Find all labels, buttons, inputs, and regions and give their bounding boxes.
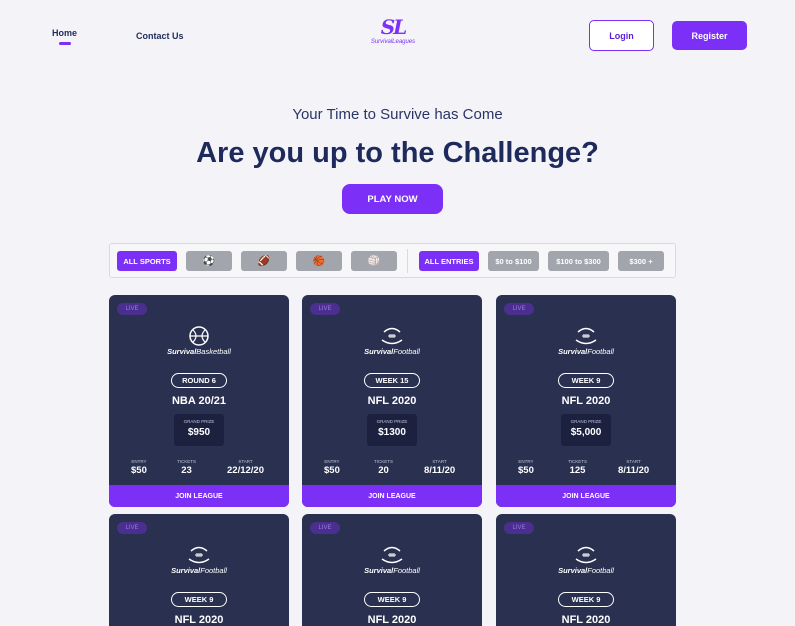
live-badge: LIVE — [504, 522, 534, 534]
league-name: NFL 2020 — [561, 614, 611, 626]
start-stat: START 8/11/20 — [618, 459, 650, 476]
league-card[interactable]: LIVE SurvivalFootball WEEK 15 NFL 2020 G… — [302, 295, 482, 507]
hero-title: Are you up to the Challenge? — [196, 137, 599, 169]
filter-soccer[interactable]: ⚽ — [186, 251, 232, 271]
league-card[interactable]: LIVE SurvivalFootball WEEK 9 NFL 2020 — [302, 514, 482, 626]
logo-mark: SL — [380, 15, 408, 39]
hero-subtitle: Your Time to Survive has Come — [292, 106, 503, 123]
nav-home-link[interactable]: Home — [52, 28, 77, 45]
filter-bar: ALL SPORTS ⚽ 🏈 🏀 🏐 ALL ENTRIES $0 to $10… — [109, 243, 676, 278]
basketball-icon: 🏀 — [312, 255, 326, 267]
grand-prize-value: $950 — [187, 427, 211, 438]
join-league-button[interactable]: JOIN LEAGUE — [109, 485, 289, 507]
league-name: NFL 2020 — [367, 395, 417, 407]
live-badge: LIVE — [310, 522, 340, 534]
filter-entry-0-100[interactable]: $0 to $100 — [488, 251, 539, 271]
login-button[interactable]: Login — [589, 20, 654, 51]
logo[interactable]: SL SurvivalLeagues — [363, 16, 423, 52]
nav-contact-link[interactable]: Contact Us — [136, 31, 184, 41]
card-brand: SurvivalFootball — [364, 566, 420, 575]
basketball-logo-icon — [189, 326, 209, 346]
round-badge: ROUND 6 — [171, 373, 227, 388]
tickets-stat: TICKETS 23 — [177, 459, 197, 476]
join-league-button[interactable]: JOIN LEAGUE — [496, 485, 676, 507]
live-badge: LIVE — [310, 303, 340, 315]
football-logo-icon — [381, 327, 403, 345]
league-name: NFL 2020 — [174, 614, 224, 626]
grand-prize-label: GRAND PRIZE — [183, 419, 215, 424]
live-badge: LIVE — [117, 303, 147, 315]
tickets-stat: TICKETS 125 — [568, 459, 588, 476]
football-logo-icon — [381, 546, 403, 564]
register-button[interactable]: Register — [672, 21, 747, 50]
american-football-icon: 🏈 — [257, 255, 271, 267]
league-name: NFL 2020 — [367, 614, 417, 626]
grand-prize-value: $5,000 — [570, 427, 602, 438]
league-card[interactable]: LIVE SurvivalBasketball ROUND 6 NBA 20/2… — [109, 295, 289, 507]
round-badge: WEEK 9 — [558, 373, 614, 388]
filter-entry-300-plus[interactable]: $300 + — [618, 251, 664, 271]
filter-all-entries[interactable]: ALL ENTRIES — [419, 251, 479, 271]
tickets-stat: TICKETS 20 — [374, 459, 394, 476]
filter-entry-100-300[interactable]: $100 to $300 — [548, 251, 609, 271]
grand-prize-box: GRAND PRIZE $1300 — [367, 414, 417, 446]
join-league-button[interactable]: JOIN LEAGUE — [302, 485, 482, 507]
start-stat: START 8/11/20 — [424, 459, 456, 476]
league-card[interactable]: LIVE SurvivalFootball WEEK 9 NFL 2020 — [496, 514, 676, 626]
filter-basketball[interactable]: 🏀 — [296, 251, 342, 271]
football-logo-icon — [188, 546, 210, 564]
league-card[interactable]: LIVE SurvivalFootball WEEK 9 NFL 2020 GR… — [496, 295, 676, 507]
filter-divider — [407, 249, 408, 273]
grand-prize-label: GRAND PRIZE — [376, 419, 408, 424]
logo-wordmark: SurvivalLeagues — [370, 39, 416, 45]
start-stat: START 22/12/20 — [227, 459, 264, 476]
football-logo-icon — [575, 546, 597, 564]
play-now-button[interactable]: PLAY NOW — [342, 184, 443, 214]
entry-stat: ENTRY $50 — [518, 459, 534, 476]
entry-stat: ENTRY $50 — [131, 459, 147, 476]
league-name: NFL 2020 — [561, 395, 611, 407]
card-brand: SurvivalFootball — [364, 347, 420, 356]
grand-prize-box: GRAND PRIZE $5,000 — [561, 414, 611, 446]
active-indicator — [58, 42, 71, 45]
grand-prize-value: $1300 — [378, 427, 406, 438]
filter-american-football[interactable]: 🏈 — [241, 251, 287, 271]
round-badge: WEEK 9 — [558, 592, 614, 607]
league-card[interactable]: LIVE SurvivalFootball WEEK 9 NFL 2020 — [109, 514, 289, 626]
league-name: NBA 20/21 — [171, 395, 226, 407]
live-badge: LIVE — [117, 522, 147, 534]
live-badge: LIVE — [504, 303, 534, 315]
card-brand: SurvivalFootball — [558, 347, 614, 356]
soccer-ball-icon: ⚽ — [202, 255, 216, 267]
card-brand: SurvivalFootball — [558, 566, 614, 575]
round-badge: WEEK 9 — [364, 592, 420, 607]
card-brand: SurvivalBasketball — [167, 347, 231, 356]
entry-stat: ENTRY $50 — [324, 459, 340, 476]
volleyball-icon: 🏐 — [367, 255, 381, 267]
nav-home-label: Home — [52, 28, 78, 38]
top-nav: Home Contact Us SL SurvivalLeagues Login… — [0, 0, 795, 70]
grand-prize-label: GRAND PRIZE — [570, 419, 602, 424]
card-brand: SurvivalFootball — [171, 566, 227, 575]
round-badge: WEEK 15 — [364, 373, 420, 388]
football-logo-icon — [575, 327, 597, 345]
filter-all-sports[interactable]: ALL SPORTS — [117, 251, 177, 271]
round-badge: WEEK 9 — [171, 592, 227, 607]
filter-volleyball[interactable]: 🏐 — [351, 251, 397, 271]
grand-prize-box: GRAND PRIZE $950 — [174, 414, 224, 446]
